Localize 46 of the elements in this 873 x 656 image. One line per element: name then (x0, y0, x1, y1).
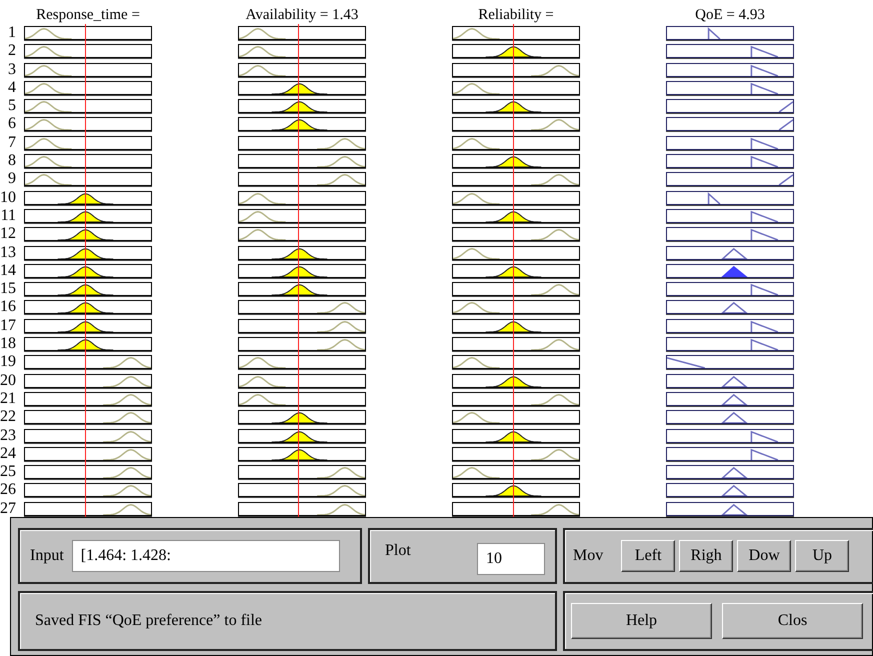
rule-number: 24 (0, 444, 16, 464)
rule-number: 10 (0, 188, 16, 207)
rule-number: 13 (0, 244, 16, 262)
rule-number: 2 (8, 42, 16, 61)
rule-number: 14 (0, 262, 16, 280)
input-line[interactable] (85, 24, 86, 517)
move-label: Mov (573, 547, 604, 565)
move-button[interactable]: Righ (679, 540, 734, 572)
rule-number: 27 (0, 500, 16, 517)
rule-number: 7 (8, 134, 16, 152)
rule-number: 26 (0, 481, 16, 500)
input-line[interactable] (298, 24, 300, 517)
rule-number: 20 (0, 372, 16, 390)
status-message: Saved FIS “QoE preference” to file (35, 612, 262, 630)
rule-number: 21 (0, 390, 16, 408)
dialog-button[interactable]: Clos (722, 603, 863, 639)
rule-number: 19 (0, 353, 16, 372)
move-button[interactable]: Up (795, 540, 850, 572)
rule-number: 1 (8, 24, 16, 42)
variable-title: QoE = 4.93 (695, 6, 765, 24)
input-line[interactable] (513, 24, 514, 517)
rule-number: 3 (8, 60, 16, 79)
rule-number: 25 (0, 463, 16, 482)
rule-number: 4 (8, 78, 16, 98)
input-field[interactable]: [1.464: 1.428: (72, 540, 340, 572)
variable-title: Reliability = (478, 6, 554, 24)
plot-points-field[interactable]: 10 (477, 543, 545, 575)
dialog-button[interactable]: Help (571, 603, 712, 639)
rule-number: 22 (0, 408, 16, 427)
input-label: Input (30, 547, 64, 565)
move-button[interactable]: Dow (737, 540, 792, 572)
move-button[interactable]: Left (621, 540, 676, 572)
plot-label: Plot (385, 542, 411, 560)
variable-title: Response_time = (36, 6, 140, 24)
variable-title: Availability = 1.43 (246, 6, 358, 24)
rule-number: 23 (0, 426, 16, 445)
rule-number: 12 (0, 225, 16, 244)
rule-number: 6 (8, 115, 16, 134)
rule-number: 17 (0, 316, 16, 336)
rule-number: 8 (8, 152, 16, 170)
rule-number: 5 (8, 97, 16, 116)
rule-number: 15 (0, 280, 16, 298)
rule-number: 16 (0, 298, 16, 317)
rule-number: 11 (0, 206, 16, 226)
rule-number: 9 (8, 170, 16, 189)
rule-number: 18 (0, 335, 16, 354)
